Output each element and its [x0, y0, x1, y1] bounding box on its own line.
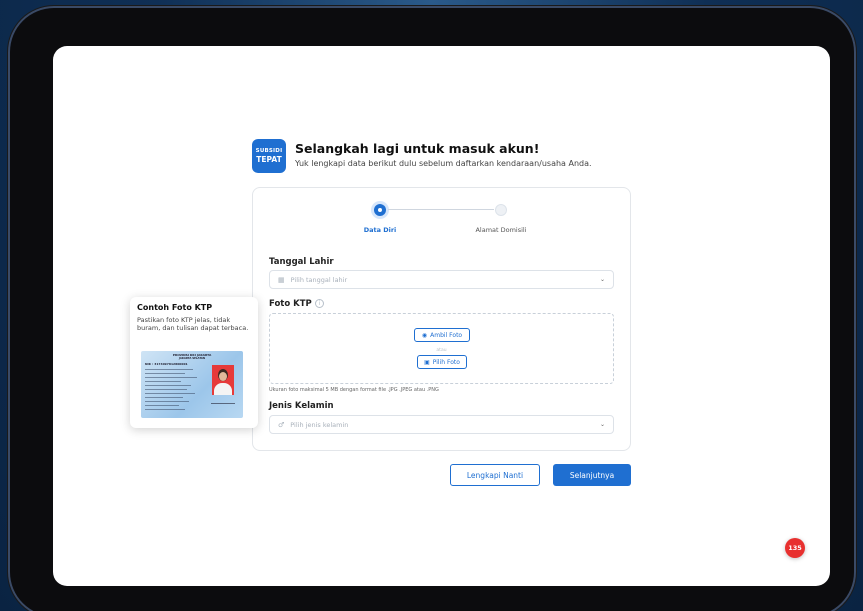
gender-select[interactable]: ♂ Pilih jenis kelamin ⌄	[269, 415, 614, 434]
ktp-nik: NIK : 3174097812800001	[145, 362, 188, 366]
ktp-example-title: Contoh Foto KTP	[137, 303, 213, 312]
profile-form-card: Data Diri Alamat Domisili Tanggal Lahir …	[252, 187, 631, 451]
support-135-button[interactable]: 135	[785, 538, 805, 558]
calendar-icon: ▦	[278, 275, 285, 284]
ktp-text-line	[145, 401, 189, 402]
ktp-text-line	[145, 397, 183, 398]
choose-photo-label: Pilih Foto	[432, 358, 460, 366]
choose-photo-button[interactable]: ▣ Pilih Foto	[417, 355, 467, 369]
gender-label: Jenis Kelamin	[269, 401, 334, 411]
upload-hint: Ukuran foto maksimal 5 MB dengan format …	[269, 387, 439, 393]
birth-date-placeholder: Pilih tanggal lahir	[290, 275, 348, 284]
ktp-text-line	[145, 389, 187, 390]
ktp-example-description: Pastikan foto KTP jelas, tidak buram, da…	[137, 316, 249, 332]
ktp-text-line	[145, 385, 191, 386]
take-photo-label: Ambil Foto	[430, 331, 463, 339]
ktp-signature	[211, 398, 235, 404]
ktp-portrait	[212, 365, 234, 395]
ktp-text-line	[145, 377, 197, 378]
birth-date-picker[interactable]: ▦ Pilih tanggal lahir ⌄	[269, 270, 614, 289]
page-subtitle: Yuk lengkapi data berikut dulu sebelum d…	[295, 159, 592, 168]
page-title: Selangkah lagi untuk masuk akun!	[295, 141, 540, 156]
chevron-down-icon: ⌄	[599, 276, 605, 283]
ktp-text-line	[145, 381, 181, 382]
upload-separator: atau	[436, 348, 447, 353]
portrait-body	[214, 383, 232, 395]
next-button[interactable]: Selanjutnya	[553, 464, 631, 486]
stepper: Data Diri Alamat Domisili	[253, 202, 630, 242]
take-photo-button[interactable]: ◉ Ambil Foto	[414, 328, 470, 342]
step-connector	[388, 209, 494, 210]
ktp-sample-image: PROVINSI DKI JAKARTA JAKARTA SELATAN NIK…	[141, 351, 243, 418]
ktp-text-line	[145, 393, 195, 394]
step-indicator-alamat-domisili	[495, 204, 507, 216]
ktp-upload-area[interactable]: ◉ Ambil Foto atau ▣ Pilih Foto	[269, 313, 614, 384]
gender-placeholder: Pilih jenis kelamin	[290, 420, 349, 429]
subsidi-tepat-logo: SUBSIDI TEPAT	[252, 139, 286, 173]
complete-later-button[interactable]: Lengkapi Nanti	[450, 464, 540, 486]
ktp-header-city: JAKARTA SELATAN	[178, 357, 206, 360]
logo-text-top: SUBSIDI	[255, 148, 283, 154]
ktp-text-line	[145, 405, 179, 406]
page-header: SUBSIDI TEPAT Selangkah lagi untuk masuk…	[252, 139, 632, 173]
step-label-data-diri: Data Diri	[363, 226, 397, 234]
ktp-photo-label-text: Foto KTP	[269, 299, 312, 309]
ktp-example-tooltip: Contoh Foto KTP Pastikan foto KTP jelas,…	[130, 297, 258, 428]
device-frame: SUBSIDI TEPAT Selangkah lagi untuk masuk…	[8, 6, 856, 611]
ktp-text-line	[145, 369, 193, 370]
app-screen: SUBSIDI TEPAT Selangkah lagi untuk masuk…	[53, 46, 830, 586]
chevron-down-icon: ⌄	[599, 421, 605, 428]
logo-text-bottom: TEPAT	[256, 154, 282, 164]
info-icon[interactable]: i	[314, 299, 324, 308]
image-icon: ▣	[424, 358, 430, 366]
gender-icon: ♂	[278, 420, 285, 429]
ktp-text-line	[145, 409, 185, 410]
camera-icon: ◉	[421, 331, 428, 339]
step-label-alamat-domisili: Alamat Domisili	[475, 226, 527, 234]
portrait-face	[219, 372, 227, 381]
ktp-photo-label: Foto KTP i	[269, 299, 324, 309]
birth-date-label: Tanggal Lahir	[269, 257, 334, 267]
step-indicator-data-diri	[374, 204, 386, 216]
ktp-text-line	[145, 373, 185, 374]
